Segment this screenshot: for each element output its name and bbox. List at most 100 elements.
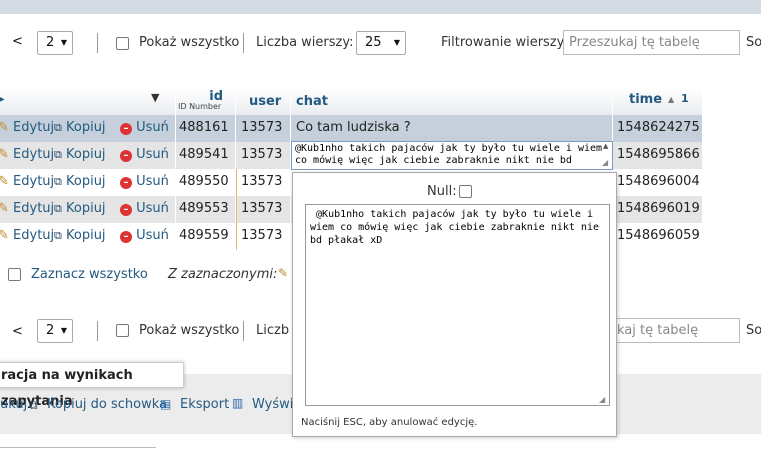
copy-icon: ⧉ [54, 148, 62, 161]
prev-page-button[interactable]: < [12, 34, 23, 49]
divider [97, 321, 98, 341]
divider [0, 447, 156, 448]
rows-count-select[interactable]: 25 ▼ [356, 31, 406, 55]
copy-label: Kopiuj [66, 228, 106, 243]
filter-rows-input[interactable]: kaj tę tabelę [612, 318, 740, 343]
scroll-up-icon[interactable]: ▲ [603, 142, 608, 150]
column-divider [175, 115, 176, 250]
copy-link[interactable]: ⧉ Kopiuj [54, 174, 106, 189]
cell-user[interactable]: 13573 [241, 201, 282, 216]
copy-link[interactable]: ⧉ Kopiuj [54, 120, 106, 135]
delete-icon: – [120, 177, 132, 189]
header-chat[interactable]: chat [291, 88, 612, 115]
cell-id[interactable]: 489550 [179, 174, 229, 189]
chevron-down-icon: ▼ [60, 326, 67, 335]
delete-link[interactable]: – Usuń [120, 228, 169, 243]
cell-chat[interactable]: Co tam ludziska ? [296, 120, 411, 135]
cell-time[interactable]: 1548696004 [617, 174, 700, 189]
select-all-link[interactable]: Zaznacz wszystko [31, 267, 148, 282]
null-checkbox[interactable] [459, 185, 472, 198]
filter-rows-input[interactable]: Przeszukaj tę tabelę [563, 30, 740, 55]
cell-time[interactable]: 1548624275 [617, 120, 700, 135]
null-label: Null: [427, 184, 457, 199]
rows-count-value: 25 [365, 35, 382, 50]
show-all-label: Pokaż wszystko [139, 35, 240, 50]
cell-time[interactable]: 1548695866 [617, 147, 700, 162]
column-chat-label: chat [296, 94, 328, 109]
edit-link[interactable]: ✎ Edytuj [0, 228, 54, 243]
display-chart-link[interactable]: Wyświ [252, 397, 293, 412]
copy-link[interactable]: ⧉ Kopiuj [54, 228, 106, 243]
sort-label-cut: So [746, 35, 761, 50]
cell-id[interactable]: 488161 [179, 120, 229, 135]
delete-link[interactable]: – Usuń [120, 174, 169, 189]
arrow-right-icon: ▶ [0, 94, 5, 105]
row-actions: ✎ Edytuj ⧉ Kopiuj – Usuń [0, 223, 175, 250]
divider [243, 33, 244, 53]
show-all-checkbox[interactable] [116, 324, 129, 337]
page-select[interactable]: 2 ▼ [37, 319, 73, 343]
select-all-checkbox[interactable] [8, 268, 21, 281]
row-actions: ✎ Edytuj ⧉ Kopiuj – Usuń [0, 142, 175, 169]
header-user[interactable]: user [236, 88, 290, 115]
copy-label: Kopiuj [66, 174, 106, 189]
edit-link[interactable]: ✎ Edytuj [0, 147, 54, 162]
page-select[interactable]: 2 ▼ [37, 31, 73, 55]
chevron-down-icon: ▼ [393, 38, 400, 47]
copy-label: Kopiuj [66, 147, 106, 162]
print-link[interactable]: ukuj [0, 397, 27, 412]
chevron-down-icon: ▼ [60, 38, 67, 47]
inline-edit-textarea[interactable]: @Kub1nho takich pajaców jak ty było tu w… [291, 141, 613, 170]
cell-user[interactable]: 13573 [241, 120, 282, 135]
cell-id[interactable]: 489559 [179, 228, 229, 243]
edit-popup: Null: @Kub1nho takich pajaców jak ty był… [292, 172, 617, 437]
edit-link[interactable]: ✎ Edytuj [0, 174, 54, 189]
copy-link[interactable]: ⧉ Kopiuj [54, 147, 106, 162]
pencil-icon: ✎ [0, 174, 9, 189]
show-all-checkbox[interactable] [116, 37, 129, 50]
delete-link[interactable]: – Usuń [120, 201, 169, 216]
cell-user[interactable]: 13573 [241, 174, 282, 189]
edit-link[interactable]: ✎ Edytuj [0, 201, 54, 216]
delete-link[interactable]: – Usuń [120, 147, 169, 162]
export-icon: ▤ [160, 397, 172, 411]
row-actions: ✎ Edytuj ⧉ Kopiuj – Usuń [0, 169, 175, 196]
cell-time[interactable]: 1548696059 [617, 228, 700, 243]
sort-order-number: 1 [681, 92, 689, 105]
edit-link[interactable]: ✎ Edytuj [0, 120, 54, 135]
export-link[interactable]: Eksport [180, 397, 229, 412]
delete-icon: – [120, 204, 132, 216]
copy-icon: ⧉ [54, 229, 62, 242]
escape-hint: Naciśnij ESC, aby anulować edycję. [301, 417, 478, 428]
cell-id[interactable]: 489553 [179, 201, 229, 216]
copy-label: Kopiuj [66, 201, 106, 216]
pencil-icon: ✎ [0, 120, 9, 135]
header-time[interactable]: time ▲ 1 [613, 88, 702, 115]
resize-grip-icon[interactable]: ◢ [599, 395, 605, 404]
edit-textarea[interactable]: @Kub1nho takich pajaców jak ty było tu w… [305, 204, 610, 406]
cell-time[interactable]: 1548696019 [617, 201, 700, 216]
divider [243, 321, 244, 341]
cell-id[interactable]: 489541 [179, 147, 229, 162]
header-actions-cell: ▶ ▼ [0, 88, 175, 115]
pencil-icon[interactable]: ✎ [278, 266, 288, 280]
rows-count-label: Liczba wierszy: [256, 35, 354, 50]
cell-user[interactable]: 13573 [241, 147, 282, 162]
column-id-comment: ID Number [178, 102, 222, 111]
pencil-icon: ✎ [0, 228, 9, 243]
delete-link[interactable]: – Usuń [120, 120, 169, 135]
prev-page-button[interactable]: < [12, 324, 23, 339]
with-selected-label: Z zaznaczonymi: [168, 267, 278, 282]
page-select-value: 2 [46, 323, 55, 338]
column-menu-icon[interactable]: ▼ [151, 91, 159, 104]
resize-grip-icon[interactable]: ◢ [602, 158, 608, 167]
filter-rows-label: Filtrowanie wierszy: [441, 35, 568, 50]
copy-clipboard-link[interactable]: Kopiuj do schowka [47, 397, 167, 412]
edit-label: Edytuj [13, 201, 55, 216]
row-actions: ✎ Edytuj ⧉ Kopiuj – Usuń [0, 196, 175, 223]
header-id[interactable]: id ID Number [176, 88, 235, 115]
copy-link[interactable]: ⧉ Kopiuj [54, 201, 106, 216]
rows-count-label: Liczb [256, 323, 290, 338]
page-select-value: 2 [46, 35, 55, 50]
cell-user[interactable]: 13573 [241, 228, 282, 243]
